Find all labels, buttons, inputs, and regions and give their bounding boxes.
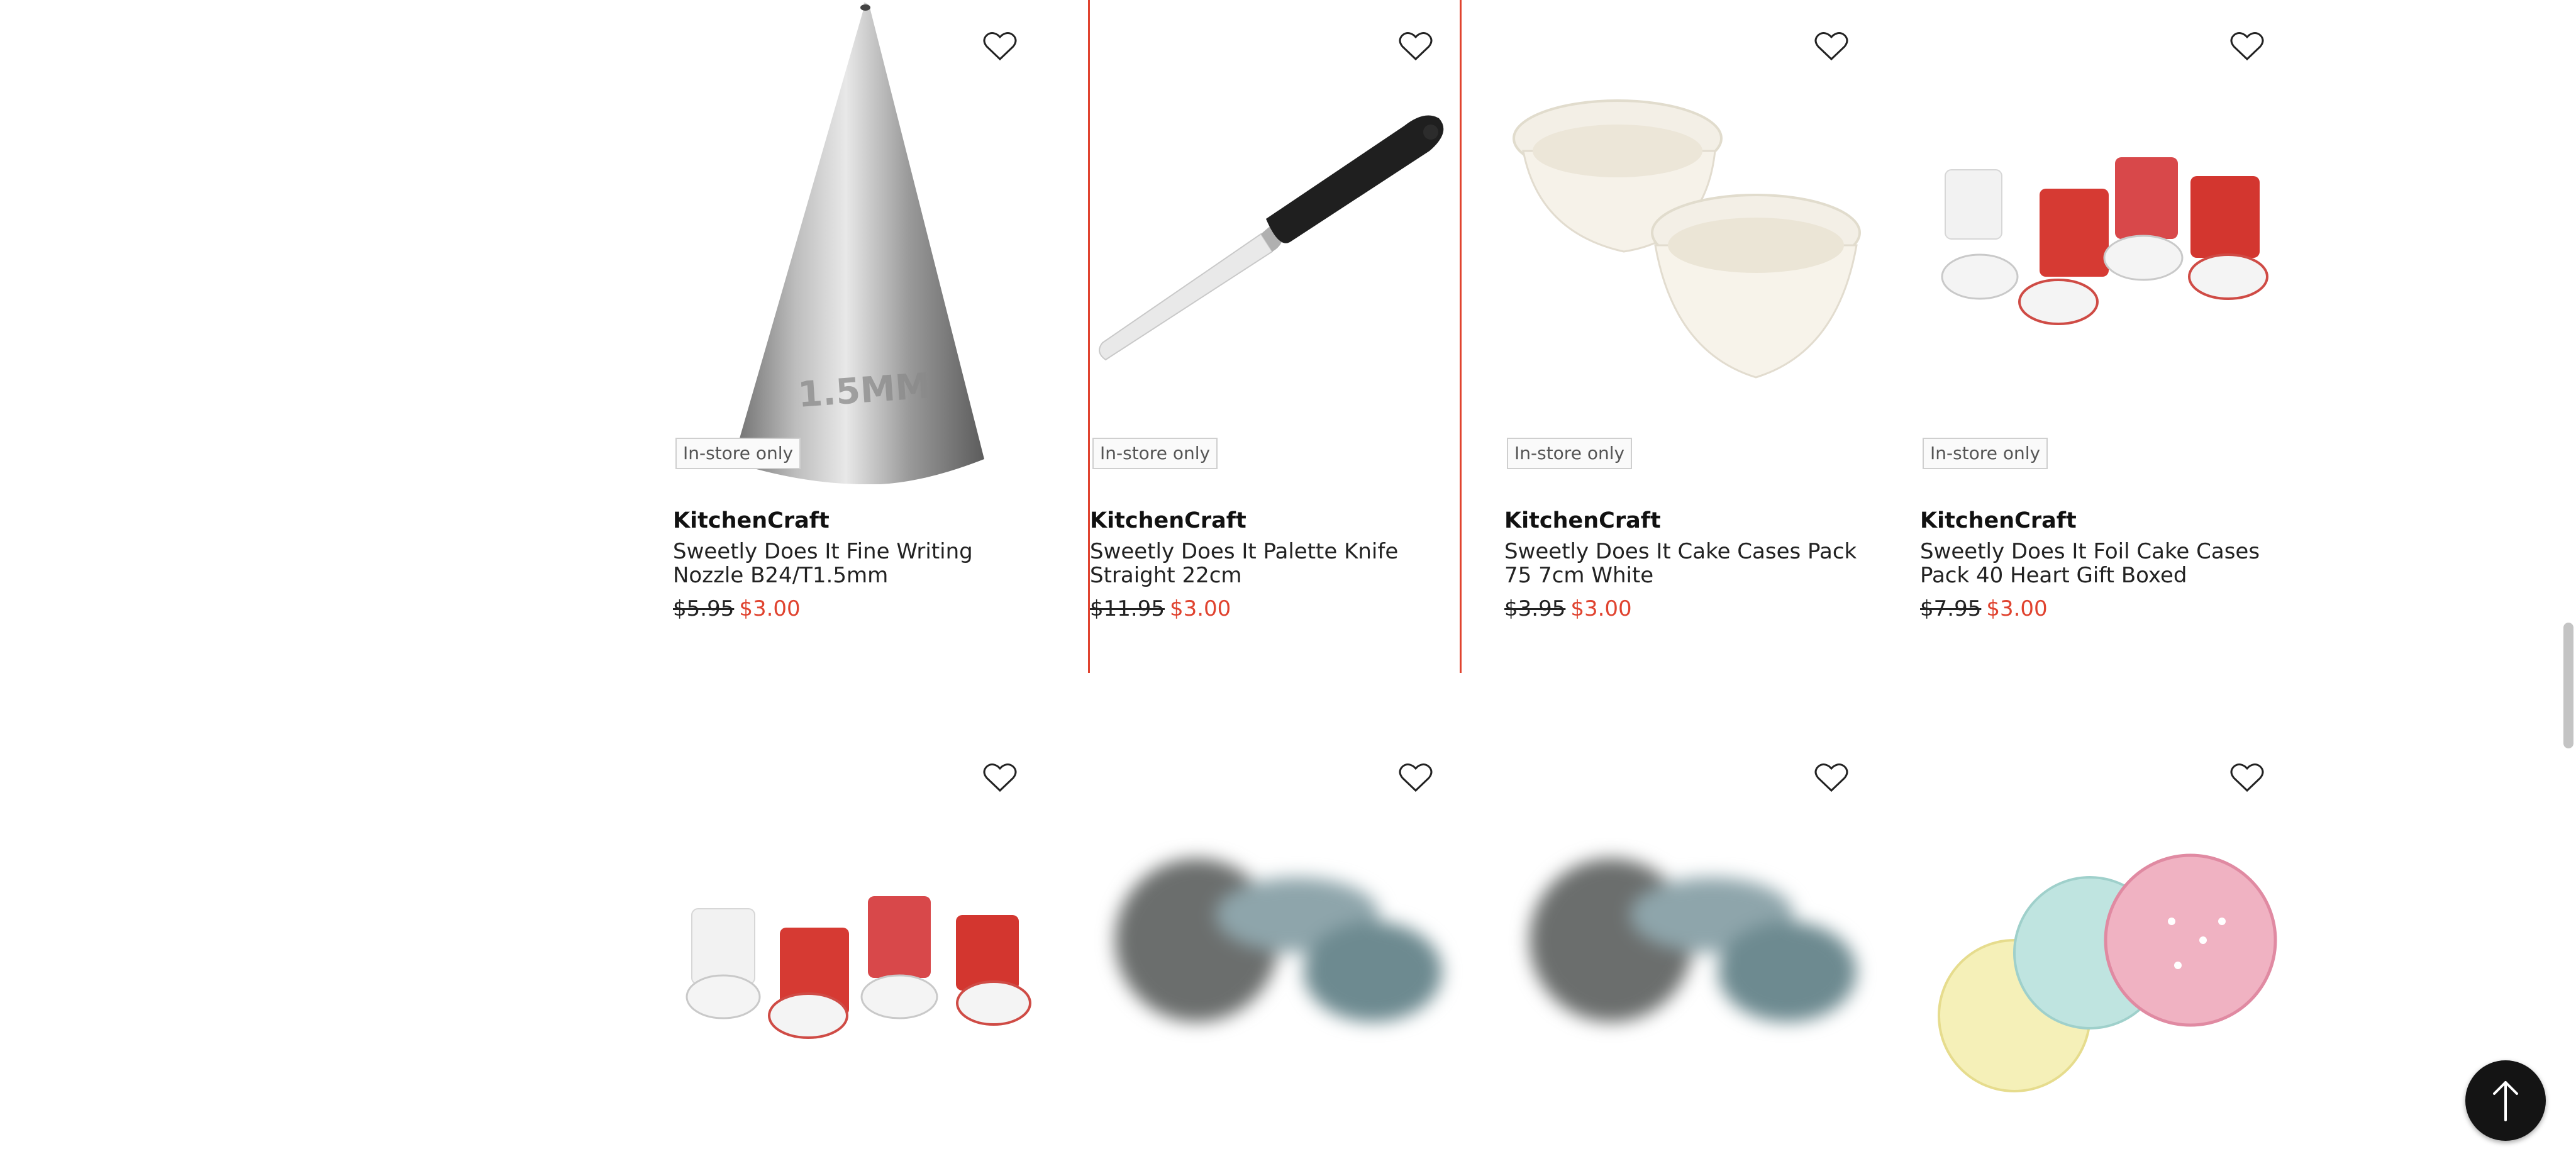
heart-outline-icon <box>1814 32 1848 61</box>
wishlist-button[interactable] <box>1809 755 1854 801</box>
page-scrollbar[interactable] <box>2563 623 2573 748</box>
wishlist-button[interactable] <box>1809 24 1854 69</box>
heart-outline-icon <box>2230 763 2264 792</box>
product-brand: KitchenCraft <box>1090 508 1246 533</box>
arrow-up-icon <box>2493 1081 2518 1121</box>
wishlist-button[interactable] <box>1393 24 1438 69</box>
product-price: $3.95 $3.00 <box>1504 596 1632 621</box>
wishlist-button[interactable] <box>2224 24 2270 69</box>
product-price: $11.95 $3.00 <box>1090 596 1231 621</box>
product-title[interactable]: Sweetly Does It Cake Cases Pack 75 7cm W… <box>1504 540 1878 587</box>
product-brand: KitchenCraft <box>673 508 830 533</box>
product-image[interactable]: 1.5MM <box>673 0 1046 484</box>
wishlist-button[interactable] <box>1393 755 1438 801</box>
product-image[interactable] <box>1090 0 1463 484</box>
in-store-badge: In-store only <box>675 438 801 469</box>
heart-outline-icon <box>983 763 1017 792</box>
in-store-badge: In-store only <box>1923 438 2048 469</box>
product-brand: KitchenCraft <box>1504 508 1661 533</box>
original-price: $11.95 <box>1090 596 1165 621</box>
back-to-top-button[interactable] <box>2465 1060 2546 1141</box>
product-image[interactable] <box>1504 0 1878 484</box>
product-brand: KitchenCraft <box>1920 508 2077 533</box>
sale-price: $3.00 <box>1986 596 2048 621</box>
product-price: $7.95 $3.00 <box>1920 596 2048 621</box>
product-image[interactable] <box>1920 0 2294 484</box>
wishlist-button[interactable] <box>2224 755 2270 801</box>
sale-price: $3.00 <box>739 596 801 621</box>
original-price: $7.95 <box>1920 596 1982 621</box>
heart-outline-icon <box>983 32 1017 61</box>
heart-outline-icon <box>1814 763 1848 792</box>
product-card[interactable]: In-store only KitchenCraft Sweetly Does … <box>1088 0 1462 673</box>
in-store-badge: In-store only <box>1092 438 1218 469</box>
product-title[interactable]: Sweetly Does It Palette Knife Straight 2… <box>1090 540 1463 587</box>
product-card[interactable]: In-store only KitchenCraft Sweetly Does … <box>1920 0 2294 673</box>
wishlist-button[interactable] <box>977 755 1023 801</box>
in-store-badge: In-store only <box>1507 438 1633 469</box>
product-card[interactable]: In-store only KitchenCraft Sweetly Does … <box>1504 0 1878 673</box>
sale-price: $3.00 <box>1169 596 1231 621</box>
heart-outline-icon <box>2230 32 2264 61</box>
product-card[interactable]: 1.5MM In-store only KitchenCraft Sweetly… <box>673 0 1046 673</box>
product-title[interactable]: Sweetly Does It Fine Writing Nozzle B24/… <box>673 540 1046 587</box>
heart-outline-icon <box>1399 32 1433 61</box>
product-title[interactable]: Sweetly Does It Foil Cake Cases Pack 40 … <box>1920 540 2294 587</box>
heart-outline-icon <box>1399 763 1433 792</box>
wishlist-button[interactable] <box>977 24 1023 69</box>
product-price: $5.95 $3.00 <box>673 596 801 621</box>
sale-price: $3.00 <box>1570 596 1632 621</box>
original-price: $5.95 <box>673 596 735 621</box>
original-price: $3.95 <box>1504 596 1566 621</box>
